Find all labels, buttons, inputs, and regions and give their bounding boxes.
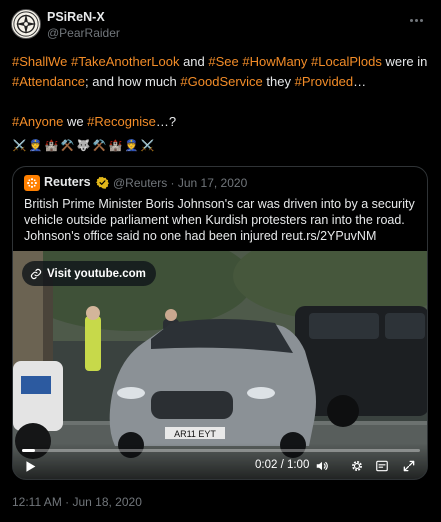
- hashtag-link[interactable]: #LocalPlods: [311, 54, 382, 69]
- fullscreen-button[interactable]: [401, 458, 417, 474]
- volume-icon: [316, 461, 328, 471]
- more-dot: [409, 18, 413, 22]
- tweet-text-segment: …?: [155, 114, 177, 129]
- video-controls: 0:02 / 1:00: [13, 443, 427, 479]
- handle[interactable]: @PearRaider: [47, 26, 120, 40]
- quoted-text: British Prime Minister Boris Johnson's c…: [24, 197, 415, 243]
- more-options-button[interactable]: [405, 12, 427, 28]
- tweet-text-segment: we: [63, 114, 88, 129]
- tweet-text-segment: ; and how much: [85, 74, 181, 89]
- captions-icon: [376, 460, 388, 472]
- play-button[interactable]: [22, 458, 38, 474]
- tweet-text-segment: they: [262, 74, 295, 89]
- tweet-text-segment: were in: [381, 54, 428, 69]
- hashtag-link[interactable]: #Anyone: [12, 114, 63, 129]
- captions-button[interactable]: [374, 458, 390, 474]
- quoted-author-name: Reuters: [44, 175, 91, 189]
- tweet-text-segment: …: [353, 74, 367, 89]
- tweet-text: #ShallWe #TakeAnotherLook and #See #HowM…: [12, 52, 432, 132]
- tweet-paragraph: #ShallWe #TakeAnotherLook and #See #HowM…: [12, 52, 432, 92]
- visit-link-label: Visit youtube.com: [47, 267, 146, 280]
- emoji: 🏰: [44, 140, 59, 152]
- settings-button[interactable]: [349, 458, 365, 474]
- hashtag-link[interactable]: #See: [208, 54, 238, 69]
- link-icon: [30, 268, 42, 279]
- expand-icon: [403, 460, 415, 472]
- more-dot: [414, 18, 418, 22]
- video-progress-bar[interactable]: [22, 449, 420, 452]
- emoji: ⚒️: [92, 140, 107, 152]
- hashtag-link[interactable]: #Recognise: [87, 114, 156, 129]
- emoji: 🐺: [76, 140, 91, 152]
- emoji: 👮: [124, 140, 139, 152]
- verified-badge-icon: [96, 176, 109, 189]
- emoji: ⚔️: [140, 140, 155, 152]
- avatar[interactable]: [11, 9, 41, 39]
- emoji: 🏰: [108, 140, 123, 152]
- emblem-avatar-icon: [13, 11, 39, 37]
- tweet-text-segment: and: [179, 54, 209, 69]
- more-dot: [419, 18, 423, 22]
- reuters-logo-icon: [24, 175, 40, 191]
- video-time: 0:02 / 1:00: [255, 459, 310, 471]
- hashtag-link[interactable]: #HowMany: [242, 54, 307, 69]
- quoted-meta: @Reuters · Jun 17, 2020: [113, 176, 248, 190]
- play-icon: [25, 460, 35, 472]
- video-player[interactable]: AR11 EYT Visit youtube.com 0:02 / 1:00: [13, 251, 427, 479]
- tweet-timestamp[interactable]: 12:11 AM · Jun 18, 2020: [12, 495, 142, 509]
- video-progress-fill: [22, 449, 36, 452]
- volume-button[interactable]: [314, 458, 330, 474]
- license-plate: AR11 EYT: [174, 429, 216, 439]
- hashtag-link[interactable]: #TakeAnotherLook: [71, 54, 179, 69]
- tweet: PSiReN-X @PearRaider #ShallWe #TakeAnoth…: [0, 0, 441, 522]
- hashtag-link[interactable]: #Attendance: [12, 74, 85, 89]
- emoji: ⚒️: [60, 140, 75, 152]
- emoji: 👮: [28, 140, 43, 152]
- emoji: ⚔️: [12, 140, 27, 152]
- visit-link-button[interactable]: Visit youtube.com: [22, 261, 156, 286]
- gear-icon: [352, 461, 362, 471]
- emoji-row: ⚔️ 👮 🏰 ⚒️ 🐺 ⚒️ 🏰 👮 ⚔️: [12, 139, 155, 155]
- quoted-tweet[interactable]: Reuters @Reuters · Jun 17, 2020 British …: [12, 166, 428, 480]
- hashtag-link[interactable]: #ShallWe: [12, 54, 67, 69]
- tweet-paragraph: #Anyone we #Recognise…?: [12, 112, 432, 132]
- hashtag-link[interactable]: #GoodService: [180, 74, 262, 89]
- hashtag-link[interactable]: #Provided: [295, 74, 354, 89]
- display-name[interactable]: PSiReN-X: [47, 10, 105, 24]
